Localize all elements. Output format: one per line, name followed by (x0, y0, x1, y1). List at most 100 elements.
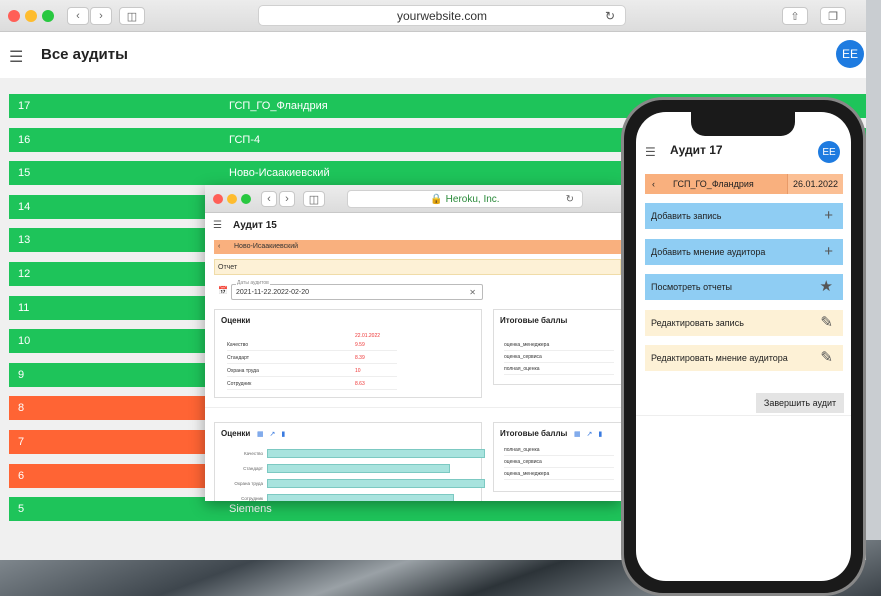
total-row: полная_оценка (504, 445, 614, 456)
audit-number: 14 (18, 200, 31, 213)
bar-label: Охрана труда (234, 481, 263, 486)
audit-number: 15 (18, 167, 31, 180)
url-text: Heroku, Inc. (445, 194, 500, 205)
address-bar[interactable]: 🔒 Heroku, Inc. ↻ (347, 190, 583, 208)
date-range-label: Даты аудитов (236, 280, 270, 286)
bar-label: Сотрудник (241, 496, 263, 501)
page-title: Аудит 15 (233, 220, 277, 231)
report-tab[interactable]: Отчет (214, 259, 621, 275)
total-row: оценка_сервиса (504, 352, 614, 363)
forward-button[interactable]: › (90, 7, 112, 25)
total-row: полная_оценка (504, 364, 614, 375)
finish-audit-button[interactable]: Завершить аудит (756, 393, 844, 413)
total-row: оценка_сервиса (504, 457, 614, 468)
score-bar[interactable] (267, 449, 485, 458)
audit-number: 11 (18, 301, 30, 314)
action-button[interactable]: Посмотреть отчеты ★ (645, 274, 843, 300)
breadcrumb-label: Ново-Исаакиевский (234, 243, 299, 250)
back-button[interactable]: ‹ (67, 7, 89, 25)
forward-button[interactable]: › (279, 191, 295, 207)
bar-label: Качество (243, 451, 263, 456)
breadcrumb-label: ГСП_ГО_Фландрия (673, 179, 754, 189)
score-bar[interactable] (267, 479, 485, 488)
score-value: 10 (355, 368, 361, 374)
back-button[interactable]: ‹ (261, 191, 277, 207)
calendar-icon[interactable]: 📅 (218, 286, 228, 295)
date-range-value: 2021-11-22.2022-02-20 (236, 289, 310, 296)
action-label: Посмотреть отчеты (651, 282, 733, 292)
zoom-window-button[interactable] (42, 10, 54, 22)
audit-number: 13 (18, 234, 31, 247)
menu-icon[interactable]: ☰ (645, 145, 656, 159)
audit-location: ГСП-4 (229, 133, 261, 146)
audit-number: 7 (18, 436, 25, 448)
scores-chart-title: Оценки (221, 429, 251, 438)
reload-icon[interactable]: ↻ (566, 191, 574, 208)
overlay-toolbar: ‹ › ◫ 🔒 Heroku, Inc. ↻ (205, 185, 621, 213)
action-label: Редактировать запись (651, 317, 744, 328)
audit-number: 17 (18, 100, 31, 112)
score-label: Стандарт (227, 355, 250, 361)
audit-date: 26.01.2022 (787, 174, 843, 194)
score-row: Качество 9.59 (227, 340, 397, 351)
chevron-left-icon[interactable]: ‹ (218, 240, 220, 254)
score-row: Стандарт 8.39 (227, 353, 397, 364)
browser-toolbar: ‹ › ◫ yourwebsite.com ↻ ⇧ ❐ (0, 0, 866, 32)
chevron-left-icon[interactable]: ‹ (652, 174, 655, 194)
action-button[interactable]: Добавить запись + (645, 203, 843, 229)
reload-icon[interactable]: ↻ (605, 6, 615, 26)
totals-title: Итоговые баллы (500, 316, 568, 325)
phone-title: Аудит 17 (670, 143, 723, 157)
desktop-wallpaper-edge (866, 0, 881, 540)
clear-icon[interactable]: ✕ (469, 285, 476, 300)
chart-view-icons[interactable]: ▦ ↗ ▮ (257, 430, 287, 438)
close-window-button[interactable] (8, 10, 20, 22)
action-button[interactable]: Добавить мнение аудитора + (645, 238, 843, 265)
address-bar[interactable]: yourwebsite.com ↻ (258, 5, 626, 26)
star-icon: ★ (819, 278, 833, 295)
app-header: ☰ Аудит 15 (205, 213, 621, 239)
avatar[interactable]: EE (818, 141, 840, 163)
avatar[interactable]: EE (836, 40, 864, 68)
menu-icon[interactable]: ☰ (213, 220, 222, 231)
total-row: оценка_менеджера (504, 340, 614, 351)
zoom-window-button[interactable] (241, 194, 251, 204)
action-button[interactable]: Редактировать запись ✎ (645, 309, 843, 336)
menu-icon[interactable]: ☰ (9, 47, 23, 67)
minimize-window-button[interactable] (227, 194, 237, 204)
phone-screen: ☰ Аудит 17 EE ‹ ГСП_ГО_Фландрия 26.01.20… (636, 112, 851, 581)
overlay-browser-window: ‹ › ◫ 🔒 Heroku, Inc. ↻ ☰ Аудит 15 ‹ Ново… (205, 185, 621, 501)
close-window-button[interactable] (213, 194, 223, 204)
audit-number: 8 (18, 402, 25, 415)
breadcrumb[interactable]: ‹ ГСП_ГО_Фландрия 26.01.2022 (645, 174, 843, 194)
audit-number: 9 (18, 368, 25, 381)
app-header: ☰ Все аудиты EE (0, 32, 866, 78)
action-label: Добавить мнение аудитора (651, 246, 766, 257)
total-row: оценка_менеджера (504, 469, 614, 480)
score-bar[interactable] (267, 464, 451, 473)
audit-number: 12 (18, 268, 31, 280)
lock-icon: 🔒 (430, 194, 443, 205)
bar-label: Стандарт (243, 466, 263, 471)
share-icon[interactable]: ⇧ (782, 7, 808, 25)
score-bar[interactable] (267, 494, 455, 501)
scores-chart-card: Оценки ▦ ↗ ▮ Качество Стандарт Охрана труд… (214, 422, 485, 501)
plus-icon: + (824, 207, 833, 224)
action-label: Редактировать мнение аудитора (651, 353, 788, 363)
audit-number: 5 (18, 503, 25, 516)
chart-view-icons[interactable]: ▦ ↗ ▮ (574, 430, 604, 438)
minimize-window-button[interactable] (25, 10, 37, 22)
pencil-icon: ✎ (820, 349, 833, 366)
score-label: Качество (227, 342, 249, 348)
sidebar-toggle-icon[interactable]: ◫ (303, 191, 325, 207)
totals-chart-card: Итоговые баллы ▦ ↗ ▮ полная_оценка оценка… (493, 422, 621, 492)
sidebar-toggle-icon[interactable]: ◫ (119, 7, 145, 25)
breadcrumb[interactable]: ‹ Ново-Исаакиевский (214, 240, 621, 254)
audit-number: 6 (18, 469, 25, 482)
pencil-icon: ✎ (820, 313, 833, 331)
date-range-field[interactable]: Даты аудитов 2021-11-22.2022-02-20 ✕ (231, 280, 483, 300)
action-button[interactable]: Редактировать мнение аудитора ✎ (645, 345, 843, 371)
tabs-icon[interactable]: ❐ (820, 7, 846, 25)
score-label: Сотрудник (227, 381, 252, 387)
scores-card: Оценки 22.01.2022 Качество 9.59 Стандарт 8.… (214, 309, 482, 398)
